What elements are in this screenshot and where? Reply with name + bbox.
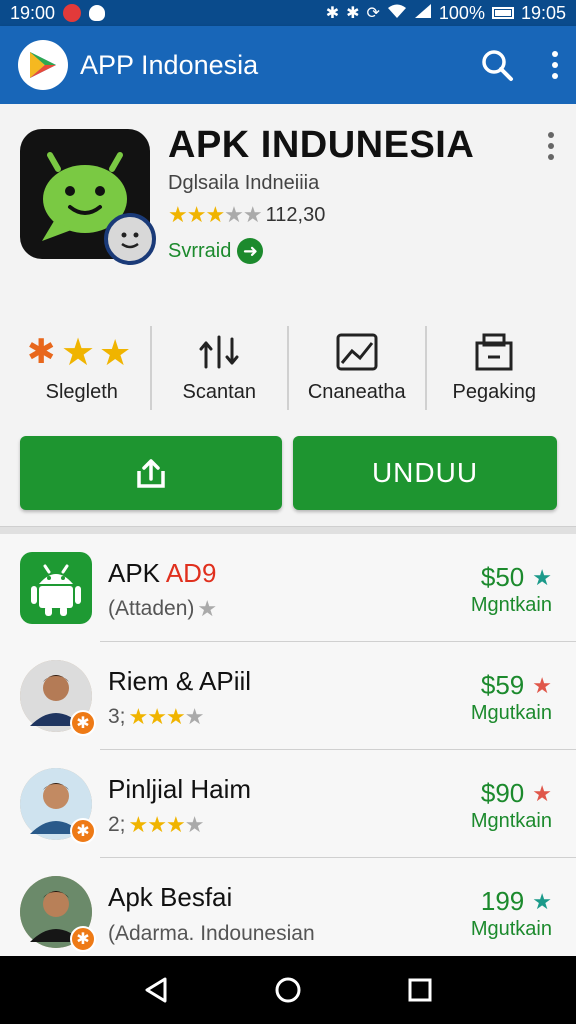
- avatar: ✱: [20, 876, 96, 952]
- rating-stars: ★★★★★: [168, 202, 263, 227]
- app-bar: APP Indonesia: [0, 26, 576, 104]
- feature-label-0: Slegleth: [45, 380, 118, 403]
- status-time-left: 19:00: [10, 2, 56, 23]
- rating-count: 112,30: [265, 203, 326, 226]
- system-nav-bar: [0, 956, 576, 1024]
- download-button[interactable]: UNDUU: [293, 436, 557, 510]
- rating-row: ★★★★★ 112,30: [168, 202, 325, 228]
- star-icon: ★: [532, 672, 552, 698]
- list-item[interactable]: ✱ Pinljial Haim 2; ★★★★ $90 ★ Mgntkain: [0, 750, 576, 858]
- share-button[interactable]: [20, 436, 282, 510]
- list-item-subtitle: (Attaden) ★: [108, 596, 217, 621]
- back-icon[interactable]: [136, 970, 176, 1010]
- list-item-price: $50 ★: [480, 562, 552, 592]
- feature-label-2: Cnaneatha: [307, 380, 406, 403]
- feature-label-3: Pegaking: [452, 380, 536, 403]
- badge-icon: ✱: [70, 710, 96, 736]
- sync-icon: ⟳: [366, 5, 380, 22]
- badge-icon: ✱: [70, 818, 96, 844]
- signal-icon: [414, 3, 432, 24]
- overflow-menu-icon[interactable]: [552, 51, 558, 79]
- list-item[interactable]: ✱ Apk Besfai (Adarma. Indounesian 199 ★ M…: [0, 858, 576, 956]
- app-name: APK INDUNESIA: [168, 124, 475, 166]
- app-options-icon[interactable]: [548, 132, 554, 160]
- wifi-icon: [387, 3, 407, 24]
- status-time-right: 19:05: [520, 2, 566, 23]
- home-icon[interactable]: [268, 970, 308, 1010]
- list-item-price: $59 ★: [480, 670, 552, 700]
- arrow-right-icon: ➜: [237, 238, 264, 264]
- list-item-title: Apk Besfai: [108, 882, 233, 912]
- feature-row: ✱ ★ ★ Slegleth Scantan Cnaneatha Pegakin…: [14, 326, 562, 410]
- app-icon: [20, 129, 156, 265]
- list-item-title: APK AD9: [108, 558, 217, 588]
- list-item-title: Pinljial Haim: [108, 774, 252, 804]
- list-item-title: Riem & APiil: [108, 666, 252, 696]
- notification-icon: [63, 4, 82, 22]
- list-item-price: 199 ★: [480, 886, 552, 916]
- image-chart-icon: [336, 333, 378, 371]
- face-badge-icon: [104, 213, 156, 265]
- svg-text:★: ★: [99, 333, 131, 371]
- feature-label-1: Scantan: [182, 380, 256, 403]
- avatar: ✱: [20, 768, 96, 844]
- list-item-action[interactable]: Mgntkain: [471, 594, 552, 617]
- android-icon: [20, 552, 92, 624]
- battery-icon: [491, 7, 514, 19]
- package-icon: [474, 333, 514, 371]
- developer-link-label: Svrraid: [168, 239, 232, 262]
- ghost-notification-icon: [89, 5, 106, 21]
- list-item-subtitle: 3; ★★★★: [108, 704, 204, 729]
- app-detail-header: APK INDUNESIA Dglsaila Indneiiia ★★★★★ 1…: [0, 104, 576, 530]
- search-icon[interactable]: [480, 48, 514, 82]
- feature-item-1[interactable]: Scantan: [152, 326, 289, 410]
- feature-item-0[interactable]: ✱ ★ ★ Slegleth: [14, 326, 152, 410]
- list-item[interactable]: ✱ Riem & APiil 3; ★★★★ $59 ★ Mgutkain: [0, 642, 576, 750]
- transfer-icon: [198, 333, 240, 371]
- list-item[interactable]: APK AD9 (Attaden) ★ $50 ★ Mgntkain: [0, 534, 576, 642]
- star-icon: ★: [532, 888, 552, 914]
- svg-text:★: ★: [61, 333, 95, 371]
- app-list: APK AD9 (Attaden) ★ $50 ★ Mgntkain ✱ Riem …: [0, 534, 576, 956]
- list-item-subtitle: 2; ★★★★: [108, 812, 204, 837]
- list-item-action[interactable]: Mgutkain: [471, 702, 552, 725]
- star-icon: ★: [532, 564, 552, 590]
- avatar: ✱: [20, 660, 96, 736]
- list-item-action[interactable]: Mgutkain: [471, 918, 552, 941]
- app-bar-title: APP Indonesia: [80, 49, 259, 80]
- share-icon: [137, 459, 165, 488]
- star-icon: ★: [532, 780, 552, 806]
- list-item-subtitle: (Adarma. Indounesian: [108, 922, 315, 945]
- section-divider: [0, 526, 576, 534]
- list-item-price: $90 ★: [480, 778, 552, 808]
- svg-text:✱: ✱: [27, 333, 56, 371]
- bluetooth-icon-2: ✱: [346, 5, 360, 22]
- recents-icon[interactable]: [400, 970, 440, 1010]
- developer-link[interactable]: Svrraid ➜: [168, 238, 264, 264]
- app-logo-icon[interactable]: [18, 40, 68, 90]
- battery-percent: 100%: [438, 2, 485, 23]
- stars-icon: ✱ ★ ★: [27, 333, 137, 371]
- feature-item-3[interactable]: Pegaking: [427, 326, 563, 410]
- developer-name[interactable]: Dglsaila Indneiiia: [168, 172, 319, 195]
- list-item-action[interactable]: Mgntkain: [471, 810, 552, 833]
- status-bar: 19:00 ✱ ✱ ⟳ 100% 19:05: [0, 0, 576, 26]
- badge-icon: ✱: [70, 926, 96, 952]
- bluetooth-icon: ✱: [325, 5, 340, 22]
- feature-item-2[interactable]: Cnaneatha: [289, 326, 427, 410]
